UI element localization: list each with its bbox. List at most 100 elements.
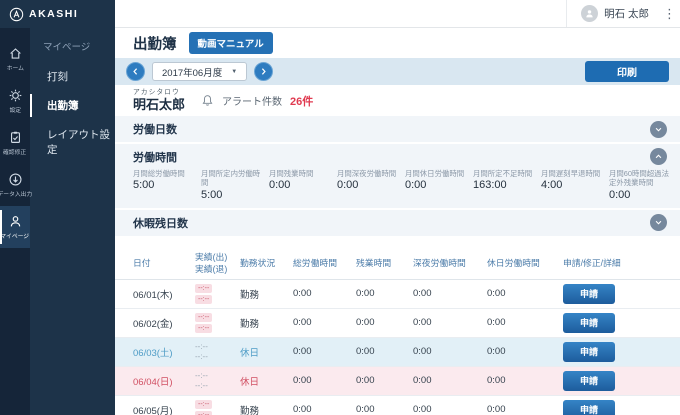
- sidebar-label-mypage: マイページ: [1, 231, 30, 239]
- table-row: 06/04(日) --:-- --:-- 休日 0:00 0:00 0:00 0…: [115, 367, 680, 396]
- submenu-title: マイページ: [30, 39, 115, 53]
- print-button[interactable]: 印刷: [585, 61, 669, 82]
- akashi-logo-icon: [9, 7, 24, 22]
- app-window: AKASHI 明石 太郎 ⋮ ホーム: [0, 0, 680, 415]
- missing-punch-badge: --:--: [195, 400, 212, 409]
- main-content: 出勤簿 動画マニュアル 2017年06月度 ▼: [115, 28, 680, 415]
- stat-shortage-hours: 月間所定不足時間 163:00: [473, 169, 541, 201]
- section-working-hours-title: 労働時間: [133, 149, 650, 165]
- stat-tardiness-hours: 月間遅刻早退時間 4:00: [541, 169, 609, 201]
- stat-over60-hours: 月間60時間超過法定外残業時間 0:00: [609, 169, 677, 201]
- submenu-item-attendance-book[interactable]: 出勤簿: [30, 91, 115, 120]
- punch-times: --:-- --:--: [195, 372, 240, 390]
- collapse-working-hours-button[interactable]: [650, 148, 667, 165]
- apply-button[interactable]: 申請: [563, 284, 615, 304]
- sidebar-label-settings: 設定: [9, 105, 21, 113]
- chevron-right-icon: [259, 67, 268, 76]
- chevron-down-icon: ▼: [231, 69, 237, 75]
- gear-icon: [8, 88, 23, 103]
- section-vacation-days[interactable]: 休暇残日数: [115, 210, 680, 236]
- avatar-person-icon: [584, 8, 595, 19]
- submenu-item-layout-settings[interactable]: レイアウト設定: [30, 120, 115, 164]
- topbar-main: 明石 太郎 ⋮: [115, 0, 680, 28]
- video-manual-button[interactable]: 動画マニュアル: [189, 32, 273, 54]
- sidebar-label-confirm-fix: 確認修正: [3, 147, 26, 155]
- data-io-icon: [8, 172, 23, 187]
- bell-icon: [201, 94, 214, 107]
- avatar: [581, 5, 598, 22]
- period-dropdown[interactable]: 2017年06月度 ▼: [152, 62, 247, 81]
- expand-working-days-button[interactable]: [650, 121, 667, 138]
- stat-scheduled-hours: 月間所定内労働時間 5:00: [201, 169, 269, 201]
- topbar: AKASHI 明石 太郎 ⋮: [0, 0, 680, 28]
- chevron-down-icon: [653, 217, 664, 228]
- section-vacation-days-title: 休暇残日数: [133, 215, 650, 231]
- sidebar-item-settings[interactable]: 設定: [0, 80, 30, 122]
- user-menu[interactable]: 明石 太郎: [566, 0, 659, 27]
- page-header: 出勤簿 動画マニュアル: [115, 28, 680, 58]
- col-action: 申請/修正/詳細: [563, 258, 680, 269]
- brand-name: AKASHI: [29, 8, 78, 20]
- kebab-menu-icon[interactable]: ⋮: [659, 6, 680, 22]
- employee-furigana: アカシタロウ: [133, 90, 185, 97]
- alert-count-value: 26件: [290, 93, 313, 109]
- col-night: 深夜労働時間: [413, 258, 487, 269]
- period-value: 2017年06月度: [162, 65, 222, 79]
- expand-vacation-days-button[interactable]: [650, 214, 667, 231]
- employee-name: 明石太郎: [133, 98, 185, 111]
- sidebar-label-home: ホーム: [6, 63, 23, 71]
- missing-punch-badge: --:--: [195, 313, 212, 322]
- next-month-button[interactable]: [254, 62, 273, 81]
- table-row: 06/01(木) --:-- --:-- 勤務 0:00 0:00 0:00 0…: [115, 280, 680, 309]
- stat-night-hours: 月間深夜労働時間 0:00: [337, 169, 405, 201]
- chevron-down-icon: [653, 124, 664, 135]
- col-overtime: 残業時間: [356, 258, 413, 269]
- col-holiday: 休日労働時間: [487, 258, 563, 269]
- apply-button[interactable]: 申請: [563, 400, 615, 415]
- submenu-item-dakoku[interactable]: 打刻: [30, 62, 115, 91]
- missing-punch-badge: --:--: [195, 284, 212, 293]
- employee-name-block: アカシタロウ 明石太郎: [133, 90, 185, 112]
- stat-total-hours: 月間総労働時間 5:00: [133, 169, 201, 201]
- chevron-up-icon: [653, 151, 664, 162]
- sidebar-item-confirm-fix[interactable]: 確認修正: [0, 122, 30, 164]
- stat-overtime-hours: 月間残業時間 0:00: [269, 169, 337, 201]
- section-working-days[interactable]: 労働日数: [115, 116, 680, 142]
- attendance-table: 日付 実績(出) 実績(退) 勤務状況 総労働時間 残業時間 深夜労働時間 休日…: [115, 249, 680, 415]
- user-name: 明石 太郎: [604, 6, 649, 21]
- col-status: 勤務状況: [240, 258, 293, 269]
- section-working-hours: 労働時間 月間総労働時間 5:00 月間所定内労働時間 5:00: [115, 144, 680, 208]
- missing-punch-badge: --:--: [195, 324, 212, 333]
- working-hours-stats: 月間総労働時間 5:00 月間所定内労働時間 5:00 月間残業時間 0:00 …: [115, 169, 680, 201]
- apply-button[interactable]: 申請: [563, 342, 615, 362]
- chevron-left-icon: [131, 67, 140, 76]
- punch-times: --:-- --:--: [195, 400, 240, 415]
- apply-button[interactable]: 申請: [563, 313, 615, 333]
- sidebar-item-mypage[interactable]: マイページ: [0, 206, 30, 248]
- prev-month-button[interactable]: [126, 62, 145, 81]
- missing-punch-badge: --:--: [195, 295, 212, 304]
- sidebar-item-home[interactable]: ホーム: [0, 38, 30, 80]
- col-total: 総労働時間: [293, 258, 356, 269]
- secondary-sidebar: マイページ 打刻 出勤簿 レイアウト設定: [30, 28, 115, 415]
- apply-button[interactable]: 申請: [563, 371, 615, 391]
- table-header-row: 日付 実績(出) 実績(退) 勤務状況 総労働時間 残業時間 深夜労働時間 休日…: [115, 249, 680, 280]
- stat-holiday-hours: 月間休日労働時間 0:00: [405, 169, 473, 201]
- sidebar-item-data-io[interactable]: データ入出力: [0, 164, 30, 206]
- punch-times: --:-- --:--: [195, 343, 240, 361]
- home-icon: [8, 46, 23, 61]
- table-row: 06/05(月) --:-- --:-- 勤務 0:00 0:00 0:00 0…: [115, 396, 680, 415]
- col-date: 日付: [133, 258, 195, 269]
- table-row: 06/02(金) --:-- --:-- 勤務 0:00 0:00 0:00 0…: [115, 309, 680, 338]
- person-icon: [8, 214, 23, 229]
- page-title: 出勤簿: [133, 33, 177, 54]
- section-working-days-title: 労働日数: [133, 121, 650, 137]
- period-toolbar: 2017年06月度 ▼ 印刷: [115, 58, 680, 85]
- section-working-hours-header[interactable]: 労働時間: [115, 144, 680, 169]
- punch-times: --:-- --:--: [195, 284, 240, 304]
- table-row: 06/03(土) --:-- --:-- 休日 0:00 0:00 0:00 0…: [115, 338, 680, 367]
- brand-logo: AKASHI: [0, 0, 115, 28]
- primary-sidebar: ホーム 設定: [0, 28, 30, 415]
- col-punch: 実績(出) 実績(退): [195, 252, 240, 275]
- employee-header: アカシタロウ 明石太郎 アラート件数 26件: [115, 85, 680, 116]
